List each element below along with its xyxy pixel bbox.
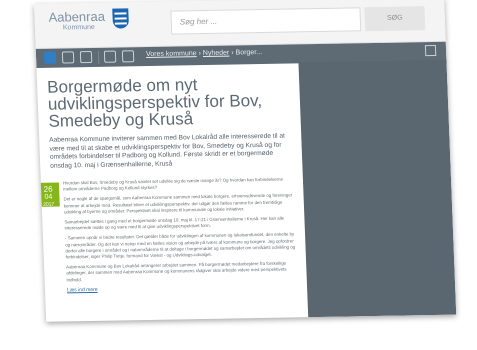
sidebar	[298, 59, 457, 318]
site-logo[interactable]: Aabenraa Kommune	[48, 8, 106, 33]
search-placeholder: Søg her ...	[179, 16, 218, 27]
date-year: 2017	[43, 201, 55, 208]
business-icon[interactable]	[79, 50, 93, 64]
breadcrumb-separator: ›	[198, 50, 202, 58]
screenshot-stage: Aabenraa Kommune Søg her ... SØG Vores k…	[0, 0, 477, 350]
search-input[interactable]: Søg her ...	[170, 7, 362, 35]
article: Borgermøde om nyt udviklingsperspektiv f…	[36, 62, 306, 321]
article-paragraph: Samarbejdet sættes i gang med et borgerm…	[64, 215, 285, 231]
article-paragraph: Det er nogle af de spørgsmål, som Aabenr…	[63, 192, 293, 215]
family-icon[interactable]	[43, 51, 57, 64]
article-paragraph: - Sammen opnår vi bedre resultater. Det …	[64, 231, 296, 260]
article-lead: Aabenraa Kommune inviterer sammen med Bo…	[49, 132, 286, 170]
document-icon[interactable]	[121, 50, 135, 63]
webpage: Aabenraa Kommune Søg her ... SØG Vores k…	[34, 0, 457, 322]
share-icon[interactable]	[424, 44, 437, 57]
nav-divider	[97, 50, 100, 64]
breadcrumb-home[interactable]: Vores kommune	[146, 50, 197, 58]
article-paragraph: Aabenraa Kommune og Bov Lokalråd arrange…	[66, 260, 287, 283]
logo-name: Aabenraa	[48, 8, 106, 25]
read-more-link[interactable]: Læs ind mere	[67, 287, 98, 294]
crest-icon	[112, 8, 130, 29]
article-title: Borgermøde om nyt udviklingsperspektiv f…	[46, 75, 263, 131]
building-icon[interactable]	[103, 50, 117, 63]
person-icon[interactable]	[61, 51, 75, 64]
breadcrumb-news[interactable]: Nyheder	[203, 50, 230, 57]
site-header: Aabenraa Kommune Søg her ... SØG	[34, 0, 446, 49]
breadcrumb-separator: ›	[231, 49, 234, 57]
search-button[interactable]: SØG	[364, 6, 426, 32]
breadcrumb: Vores kommune › Nyheder › Borger...	[146, 49, 262, 58]
date-badge: 26 04 2017	[36, 182, 60, 208]
article-body: Hvordan skal Bov, Smedeby og Kruså samle…	[62, 176, 299, 294]
article-paragraph: Hvordan skal Bov, Smedeby og Kruså samle…	[62, 176, 284, 192]
breadcrumb-current: Borger...	[235, 49, 263, 57]
